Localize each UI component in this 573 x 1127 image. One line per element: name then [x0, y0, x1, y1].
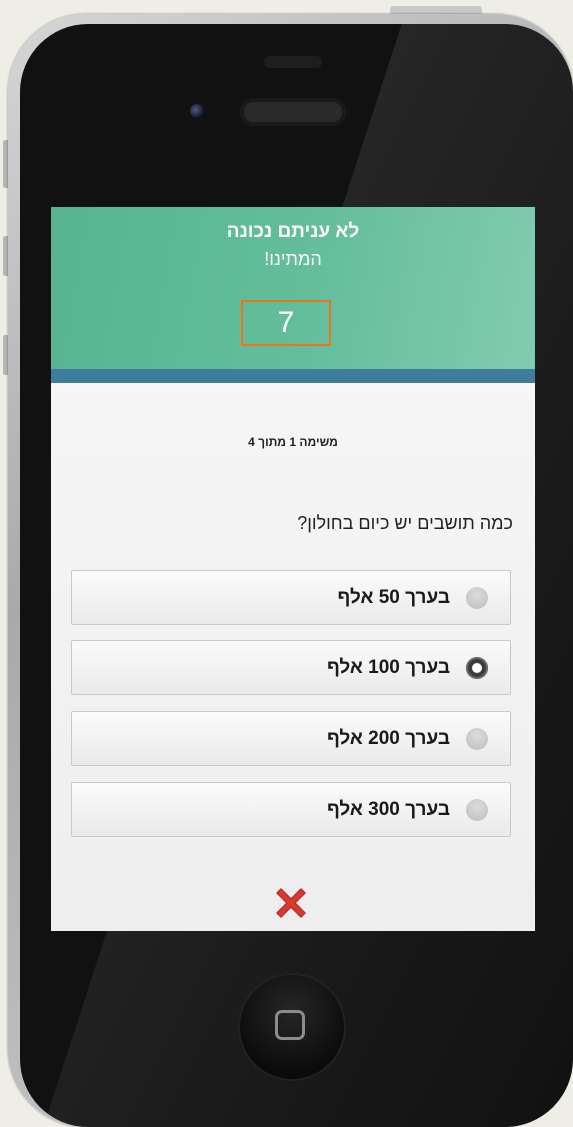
option-label: בערך 300 אלף [326, 799, 450, 820]
question-text: כמה תושבים יש כיום בחולון? [297, 513, 513, 533]
radio-button[interactable] [466, 587, 488, 609]
home-button[interactable] [240, 975, 344, 1079]
earpiece-speaker [240, 98, 346, 126]
radio-button[interactable] [466, 728, 488, 750]
answer-option-1[interactable]: בערך 50 אלף [71, 570, 511, 625]
red-x-icon [276, 888, 306, 918]
task-progress-label: משימה 1 מתוך 4 [248, 435, 338, 449]
answer-option-2[interactable]: בערך 100 אלף [71, 640, 511, 695]
answer-option-3[interactable]: בערך 200 אלף [71, 711, 511, 766]
result-subtitle: המתינו! [264, 249, 322, 269]
result-title: לא עניתם נכונה [226, 221, 360, 242]
answer-option-4[interactable]: בערך 300 אלף [71, 782, 511, 837]
option-label: בערך 50 אלף [337, 587, 450, 608]
radio-button-selected[interactable] [466, 657, 488, 679]
top-sensor [264, 56, 322, 68]
option-label: בערך 100 אלף [326, 657, 450, 678]
option-label: בערך 200 אלף [326, 728, 450, 749]
home-square-icon [275, 1010, 305, 1040]
front-camera-icon [190, 104, 204, 118]
app-screen: לא עניתם נכונה המתינו! 7 משימה 1 מתוך 4 … [51, 207, 535, 931]
countdown-timer: 7 [241, 300, 331, 346]
radio-button[interactable] [466, 799, 488, 821]
result-banner: לא עניתם נכונה המתינו! 7 [51, 207, 535, 369]
banner-stripe [51, 369, 535, 383]
